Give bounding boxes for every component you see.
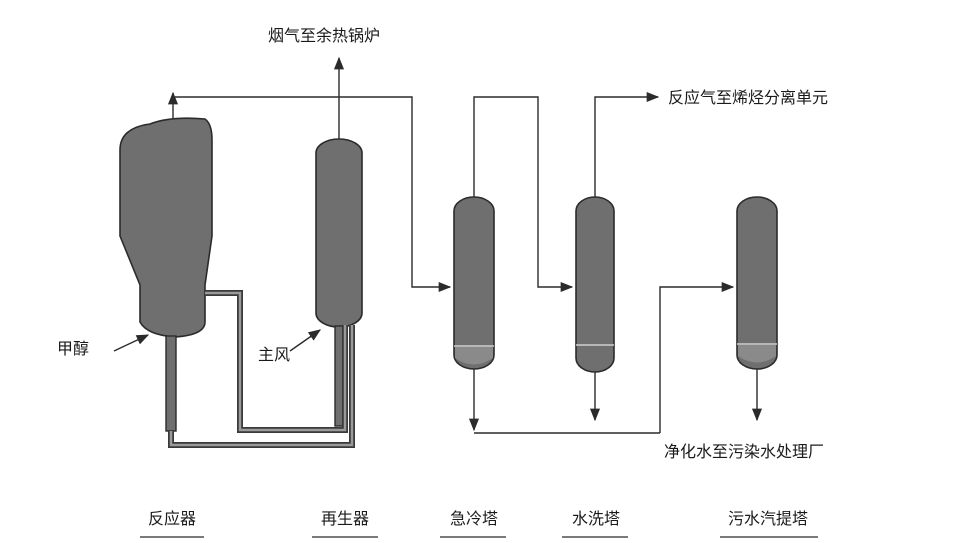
regenerator-vessel	[315, 138, 363, 427]
quench-tower-vessel	[453, 196, 495, 370]
flue-gas-label: 烟气至余热锅炉	[268, 26, 380, 45]
water-wash-tower-caption: 水洗塔	[572, 509, 620, 528]
water-wash-tower-vessel	[575, 196, 615, 373]
reactor-caption: 反应器	[148, 509, 196, 528]
regenerator-caption: 再生器	[321, 509, 369, 528]
stripper-caption: 污水汽提塔	[728, 509, 808, 528]
clean-water-label: 净化水至污染水处理厂	[664, 442, 824, 461]
reaction-gas-label: 反应气至烯烃分离单元	[668, 88, 828, 107]
process-flow-diagram: 烟气至余热锅炉 反应气至烯烃分离单元 甲醇 主风 净化水至污染水处理厂 反应器 …	[57, 26, 828, 538]
quench-tower-caption: 急冷塔	[450, 509, 498, 528]
main-air-label: 主风	[258, 345, 290, 364]
methanol-label: 甲醇	[57, 339, 89, 358]
reactor-vessel	[119, 117, 213, 432]
stripper-vessel	[736, 196, 778, 370]
